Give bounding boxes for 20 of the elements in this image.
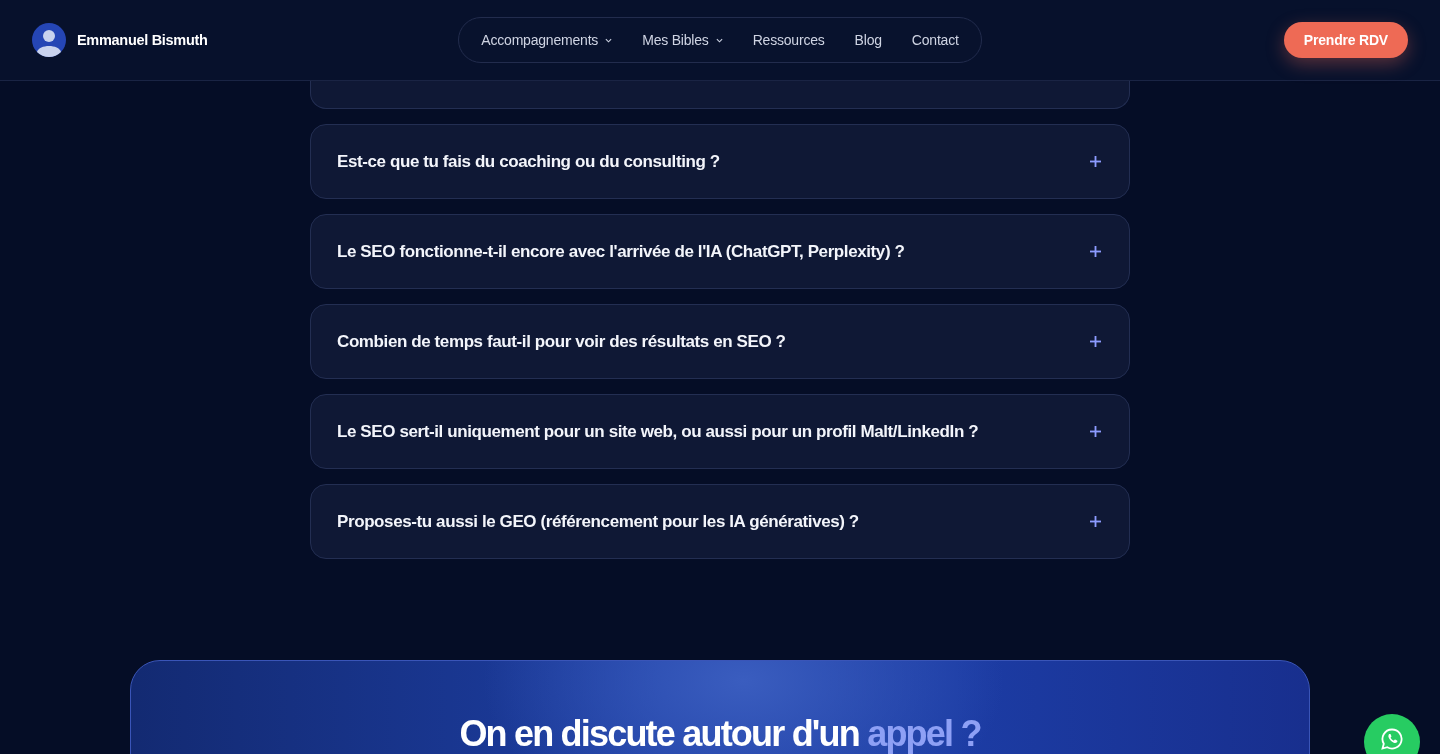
faq-question: Le SEO sert-il uniquement pour un site web, ou aussi pour un profil Malt/LinkedIn ? (337, 421, 979, 442)
faq-item[interactable]: Proposes-tu aussi le GEO (référencement pour les IA génératives) ? (310, 484, 1130, 559)
nav-link[interactable]: Blog (854, 32, 882, 48)
nav-link[interactable]: Contact (911, 32, 959, 48)
faq-question: Combien de temps faut-il pour voir des résultats en SEO ? (337, 331, 786, 352)
avatar-icon (32, 23, 66, 57)
nav-link[interactable]: Mes Bibles (642, 32, 723, 48)
faq-item[interactable]: Est-ce que tu fais du coaching ou du consulting ? (310, 124, 1130, 199)
brand-link[interactable]: Emmanuel Bismuth (32, 23, 208, 57)
faq-item[interactable]: Combien de temps faut-il pour voir des résultats en SEO ? (310, 304, 1130, 379)
faq-question: Proposes-tu aussi le GEO (référencement pour les IA génératives) ? (337, 511, 859, 532)
faq-question: Est-ce que tu fais du coaching ou du consulting ? (337, 151, 720, 172)
cta-heading: On en discute autour d'un appel ? (459, 714, 981, 754)
nav-link[interactable]: Ressources (752, 32, 825, 48)
nav-link[interactable]: Accompagnements (481, 32, 613, 48)
phone-bubble-icon (1380, 727, 1404, 751)
chat-button[interactable] (1364, 714, 1420, 754)
faq-question: Le SEO fonctionne-t-il encore avec l'arrivée de l'IA (ChatGPT, Perplexity) ? (337, 241, 905, 262)
faq-item[interactable]: Le SEO fonctionne-t-il encore avec l'arrivée de l'IA (ChatGPT, Perplexity) ? (310, 214, 1130, 289)
faq-item[interactable]: Le SEO sert-il uniquement pour un site web, ou aussi pour un profil Malt/LinkedIn ? (310, 394, 1130, 469)
